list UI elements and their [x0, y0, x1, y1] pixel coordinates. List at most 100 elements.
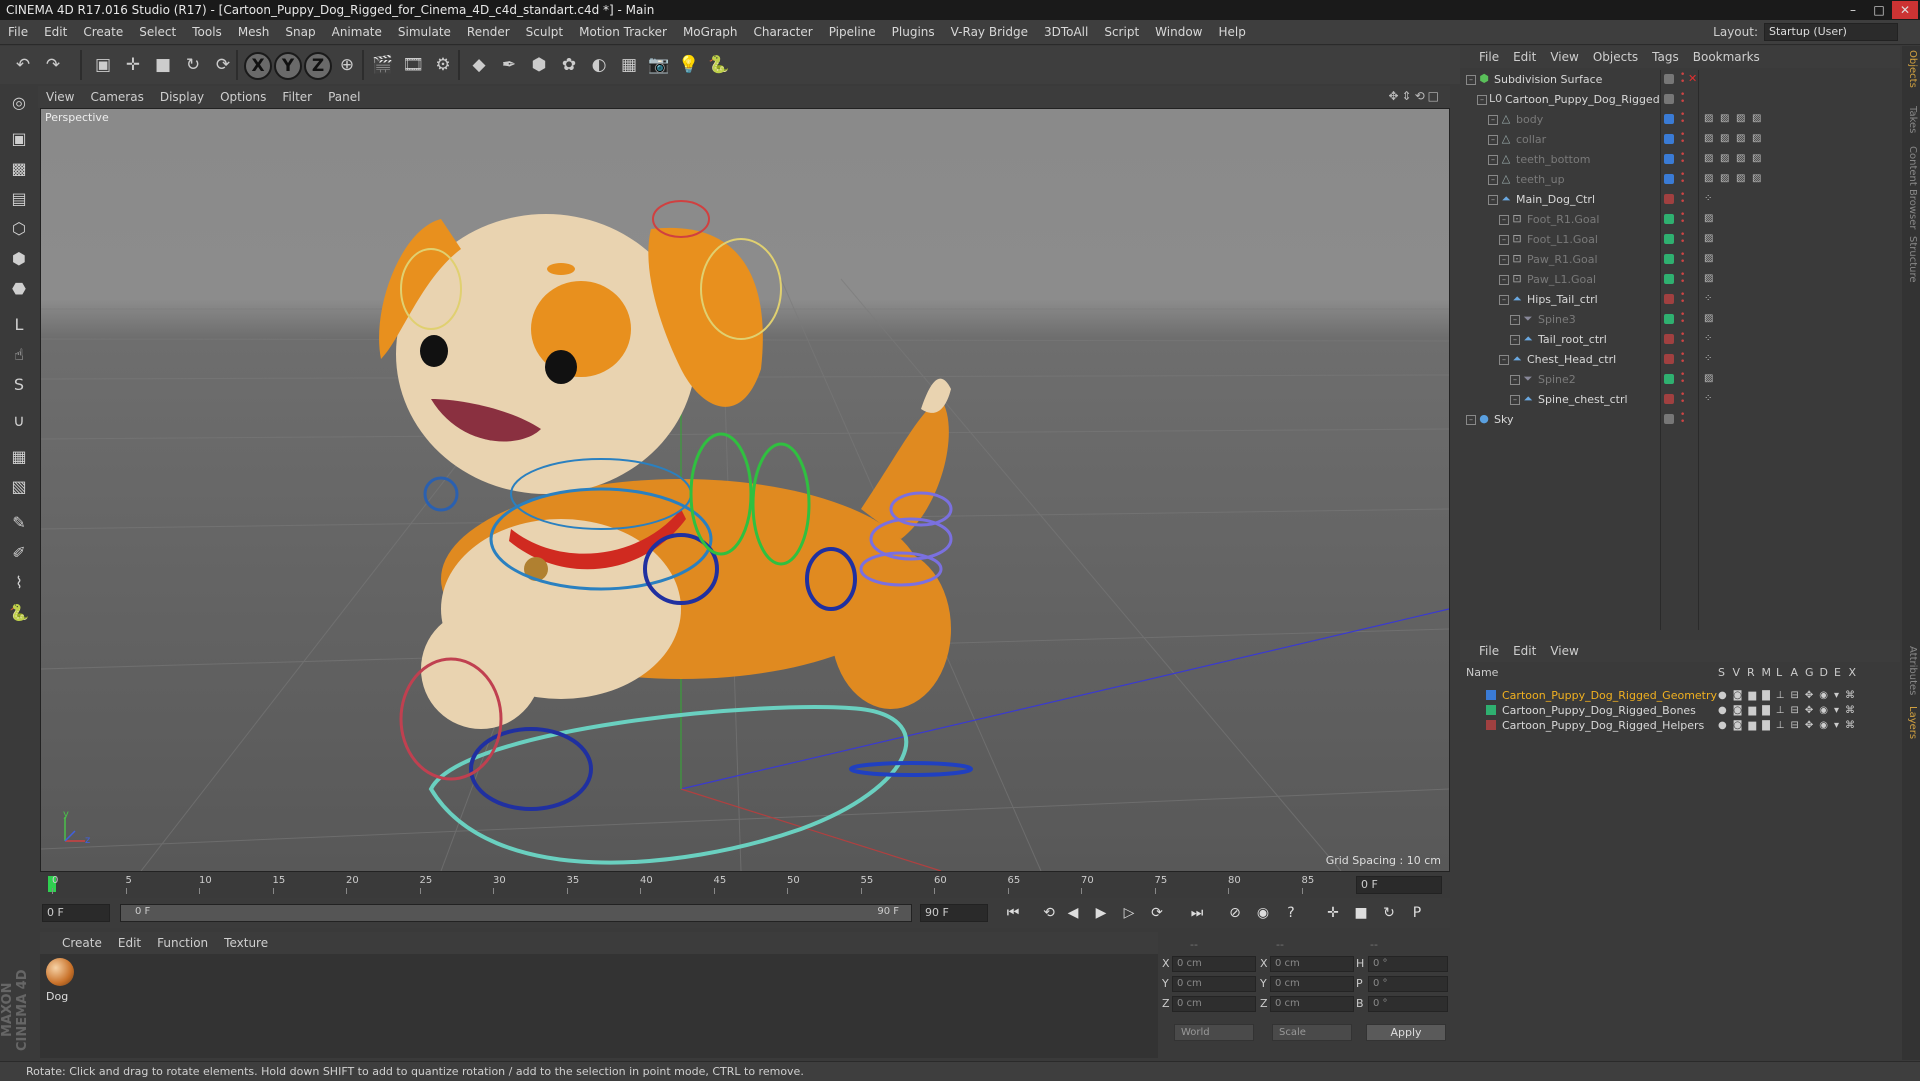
timeline-ruler[interactable]: 051015202530354045505560657075808590 0 F — [40, 873, 1450, 895]
enable-toggle-icon[interactable]: ✕ — [1688, 72, 1697, 85]
menu-animate[interactable]: Animate — [324, 20, 390, 44]
deformer-icon[interactable]: ◐ — [584, 50, 614, 80]
object-row-paw-r1-goal[interactable]: – ⊡ Paw_R1.Goal • • ▨ — [1460, 250, 1900, 270]
coord-size-field[interactable]: 0 cm — [1270, 976, 1354, 992]
coord-pos-field[interactable]: 0 cm — [1172, 996, 1256, 1012]
workplane-icon[interactable]: ▤ — [4, 184, 34, 214]
key-position-icon[interactable]: ✛ — [1322, 902, 1344, 924]
scale-icon[interactable]: ■ — [148, 50, 178, 80]
spline-pen-icon[interactable]: ✒ — [494, 50, 524, 80]
menu-help[interactable]: Help — [1210, 20, 1253, 44]
object-tag-icon[interactable]: ⁘ — [1704, 393, 1716, 405]
menu-motion-tracker[interactable]: Motion Tracker — [571, 20, 675, 44]
object-row-collar[interactable]: – △ collar • • ▨ ▨ ▨ ▨ — [1460, 130, 1900, 150]
visibility-dots-icon[interactable]: • • — [1680, 391, 1685, 407]
object-menu-bookmarks[interactable]: Bookmarks — [1686, 46, 1767, 68]
menu-plugins[interactable]: Plugins — [884, 20, 943, 44]
layer-row[interactable]: Cartoon_Puppy_Dog_Rigged_Bones ●◙▆▇⊥⊟✥◉▾⌘ — [1460, 703, 1900, 718]
minimize-button[interactable]: – — [1840, 1, 1866, 19]
object-tag-icon[interactable]: ⁘ — [1704, 353, 1716, 365]
expand-toggle-icon[interactable]: – — [1510, 395, 1520, 405]
coord-rot-field[interactable]: 0 ° — [1368, 956, 1448, 972]
expand-toggle-icon[interactable]: – — [1466, 75, 1476, 85]
object-tag-icon[interactable]: ▨ — [1704, 273, 1716, 285]
layer-menu-file[interactable]: File — [1472, 640, 1506, 662]
side-tab-structure[interactable]: Structure — [1904, 236, 1918, 283]
layer-color-swatch[interactable] — [1486, 690, 1496, 700]
object-tag-icon[interactable]: ⁘ — [1704, 193, 1716, 205]
object-row-cartoon-puppy-dog-rigged[interactable]: – L0 Cartoon_Puppy_Dog_Rigged • • — [1460, 90, 1900, 110]
layer-color-tag[interactable] — [1664, 254, 1674, 264]
visibility-dots-icon[interactable]: • • — [1680, 351, 1685, 367]
layer-col-header-g[interactable]: G — [1805, 666, 1814, 679]
expand-toggle-icon[interactable]: – — [1499, 255, 1509, 265]
object-menu-edit[interactable]: Edit — [1506, 46, 1543, 68]
viewport-camera-label[interactable]: Perspective — [45, 111, 109, 124]
object-row-tail-root-ctrl[interactable]: – ⏶ Tail_root_ctrl • • ⁘ — [1460, 330, 1900, 350]
object-row-foot-r1-goal[interactable]: – ⊡ Foot_R1.Goal • • ▨ — [1460, 210, 1900, 230]
side-tab-takes[interactable]: Takes — [1904, 106, 1918, 133]
menu-file[interactable]: File — [0, 20, 36, 44]
layer-color-tag[interactable] — [1664, 234, 1674, 244]
object-tag-icon[interactable]: ⁘ — [1704, 293, 1716, 305]
mograph-cloner-icon[interactable]: ✿ — [554, 50, 584, 80]
keyframe-record-icon[interactable]: ⊘ — [1224, 902, 1246, 924]
object-tag-icon[interactable]: ▨ — [1736, 133, 1748, 145]
menu-create[interactable]: Create — [75, 20, 131, 44]
layer-menu-view[interactable]: View — [1543, 640, 1585, 662]
visibility-dots-icon[interactable]: • • — [1680, 411, 1685, 427]
object-menu-objects[interactable]: Objects — [1586, 46, 1645, 68]
cube-icon[interactable]: ◆ — [464, 50, 494, 80]
side-tab-layers[interactable]: Layers — [1904, 706, 1918, 739]
object-tag-icon[interactable]: ▨ — [1704, 213, 1716, 225]
material-menu-create[interactable]: Create — [54, 932, 110, 954]
layer-color-tag[interactable] — [1664, 94, 1674, 104]
goto-prev-key-icon[interactable]: ⟲ — [1038, 902, 1060, 924]
object-row-spine3[interactable]: – ⏷ Spine3 • • ▨ — [1460, 310, 1900, 330]
layer-col-header-d[interactable]: D — [1820, 666, 1828, 679]
expand-toggle-icon[interactable]: – — [1488, 175, 1498, 185]
expand-toggle-icon[interactable]: – — [1499, 355, 1509, 365]
visibility-dots-icon[interactable]: • • — [1680, 211, 1685, 227]
layer-col-header-r[interactable]: R — [1747, 666, 1755, 679]
visibility-dots-icon[interactable]: • • — [1680, 291, 1685, 307]
object-row-paw-l1-goal[interactable]: – ⊡ Paw_L1.Goal • • ▨ — [1460, 270, 1900, 290]
menu-window[interactable]: Window — [1147, 20, 1210, 44]
object-tag-icon[interactable]: ▨ — [1720, 153, 1732, 165]
step-back-icon[interactable]: ◀ — [1062, 902, 1084, 924]
polygons-mode-icon[interactable]: ⬣ — [4, 274, 34, 304]
layer-col-header-a[interactable]: A — [1791, 666, 1799, 679]
object-tag-icon[interactable]: ▨ — [1720, 113, 1732, 125]
coord-rot-field[interactable]: 0 ° — [1368, 996, 1448, 1012]
object-tag-icon[interactable]: ▨ — [1736, 113, 1748, 125]
visibility-dots-icon[interactable]: • • — [1680, 271, 1685, 287]
axis-mode-icon[interactable]: L — [4, 310, 34, 340]
layer-toggle-icons[interactable]: ●◙▆▇⊥⊟✥◉▾⌘ — [1718, 703, 1861, 718]
floor-icon[interactable]: ▦ — [614, 50, 644, 80]
rotate-icon[interactable]: ↻ — [178, 50, 208, 80]
coord-pos-field[interactable]: 0 cm — [1172, 956, 1256, 972]
coord-size-field[interactable]: 0 cm — [1270, 996, 1354, 1012]
autokey-icon[interactable]: ◉ — [1252, 902, 1274, 924]
layer-color-tag[interactable] — [1664, 314, 1674, 324]
visibility-dots-icon[interactable]: • • — [1680, 251, 1685, 267]
object-tag-icon[interactable]: ▨ — [1704, 133, 1716, 145]
expand-toggle-icon[interactable]: – — [1499, 295, 1509, 305]
material-menu-edit[interactable]: Edit — [110, 932, 149, 954]
points-mode-icon[interactable]: ⬡ — [4, 214, 34, 244]
play-icon[interactable]: ▶ — [1090, 902, 1112, 924]
texture-mode-icon[interactable]: ▩ — [4, 154, 34, 184]
object-menu-tags[interactable]: Tags — [1645, 46, 1686, 68]
layer-col-header-l[interactable]: L — [1776, 666, 1782, 679]
coord-system-dropdown[interactable]: World — [1174, 1024, 1254, 1041]
current-frame-field[interactable]: 0 F — [1356, 876, 1442, 894]
sculpt-icon[interactable]: ✎ — [4, 508, 34, 538]
visibility-dots-icon[interactable]: • • — [1680, 371, 1685, 387]
object-row-teeth-up[interactable]: – △ teeth_up • • ▨ ▨ ▨ ▨ — [1460, 170, 1900, 190]
layer-color-tag[interactable] — [1664, 214, 1674, 224]
menu-character[interactable]: Character — [745, 20, 820, 44]
layer-col-header-e[interactable]: E — [1834, 666, 1841, 679]
goto-start-icon[interactable]: ⏮ — [1002, 902, 1024, 924]
visibility-dots-icon[interactable]: • • — [1680, 311, 1685, 327]
visibility-dots-icon[interactable]: • • — [1680, 71, 1685, 87]
